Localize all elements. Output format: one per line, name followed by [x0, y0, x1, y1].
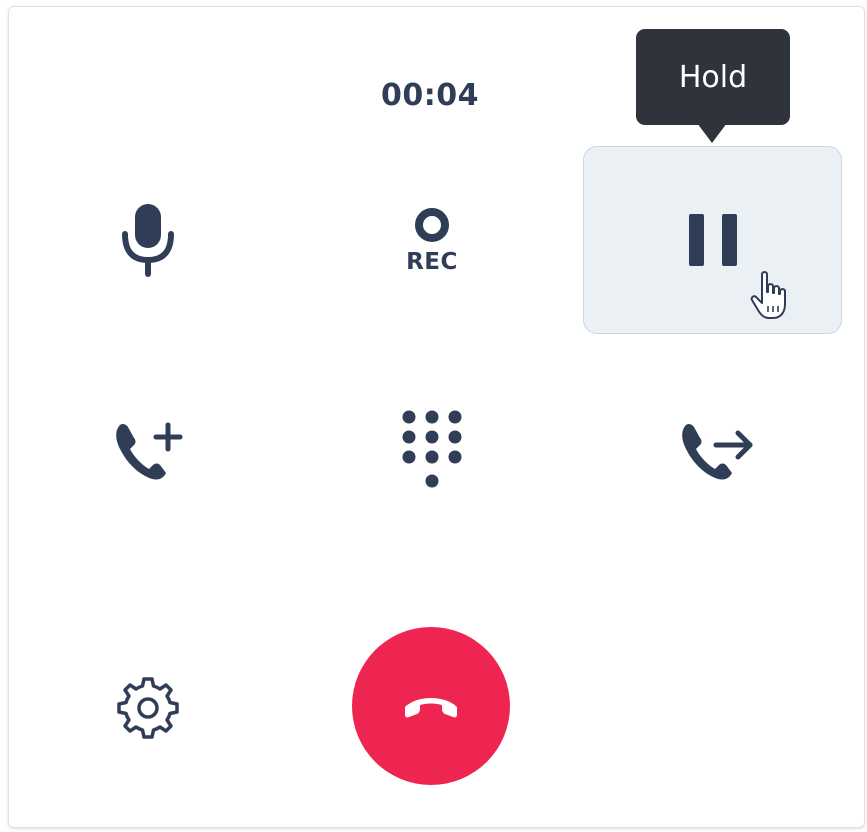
phone-forward-icon	[682, 423, 753, 480]
gear-icon	[117, 676, 179, 739]
dialpad-icon	[402, 410, 462, 488]
settings-button[interactable]	[88, 650, 208, 765]
record-button[interactable]: REC	[352, 165, 512, 315]
add-call-button[interactable]	[68, 380, 228, 520]
hold-tooltip: Hold	[636, 29, 790, 125]
hold-button[interactable]	[583, 146, 842, 334]
hangup-button[interactable]	[352, 627, 510, 785]
hand-cursor-icon	[748, 270, 794, 327]
mute-button[interactable]	[68, 165, 228, 315]
pause-icon	[688, 214, 737, 266]
phone-hangup-icon	[405, 698, 457, 718]
call-timer: 00:04	[381, 78, 479, 113]
dialpad-button[interactable]	[352, 380, 512, 520]
record-icon	[415, 208, 449, 242]
tooltip-arrow	[697, 123, 727, 143]
transfer-button[interactable]	[636, 380, 796, 520]
microphone-icon	[122, 204, 174, 277]
record-label: REC	[406, 249, 458, 275]
record-group: REC	[406, 205, 458, 275]
phone-plus-icon	[116, 422, 183, 480]
